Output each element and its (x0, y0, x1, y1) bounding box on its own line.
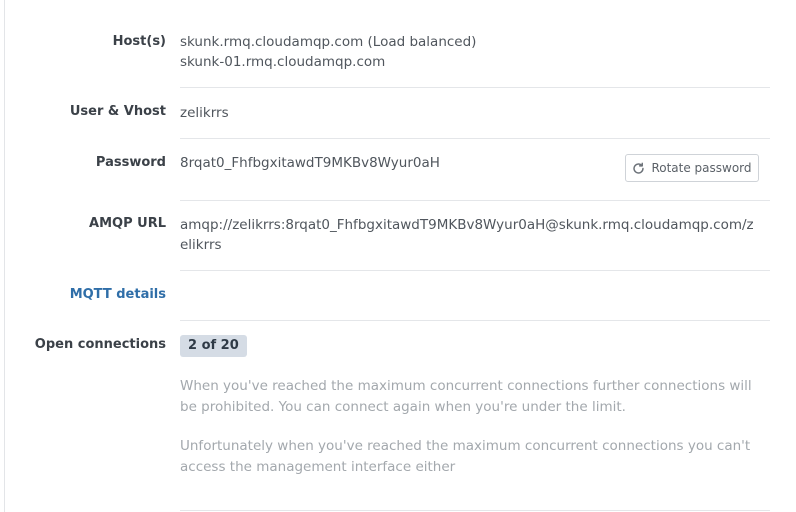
connections-count-badge: 2 of 20 (180, 335, 247, 357)
hosts-label: Host(s) (112, 34, 166, 49)
amqp-url-label: AMQP URL (89, 216, 166, 231)
hosts-secondary: skunk-01.rmq.cloudamqp.com (180, 54, 386, 70)
divider (180, 200, 770, 201)
panel-left-border (4, 0, 5, 512)
user-vhost-label: User & Vhost (69, 104, 166, 119)
management-access-note: Unfortunately when you've reached the ma… (180, 438, 751, 475)
user-vhost-value: zelikrrs (180, 105, 229, 121)
refresh-icon (632, 162, 645, 175)
rotate-password-label: Rotate password (651, 161, 752, 175)
password-label: Password (95, 155, 166, 170)
open-connections-label: Open connections (34, 337, 166, 352)
amqp-url-value: amqp://zelikrrs:8rqat0_FhfbgxitawdT9MKBv… (180, 217, 754, 253)
divider (180, 138, 770, 139)
hosts-primary: skunk.rmq.cloudamqp.com (Load balanced) (180, 34, 477, 50)
connections-limit-note: When you've reached the maximum concurre… (180, 378, 752, 415)
divider (180, 270, 770, 271)
password-value: 8rqat0_FhfbgxitawdT9MKBv8Wyur0aH (180, 155, 440, 171)
divider (180, 510, 770, 511)
divider (180, 320, 770, 321)
divider (180, 87, 770, 88)
mqtt-details-link[interactable]: MQTT details (0, 285, 166, 305)
rotate-password-button[interactable]: Rotate password (625, 154, 759, 182)
